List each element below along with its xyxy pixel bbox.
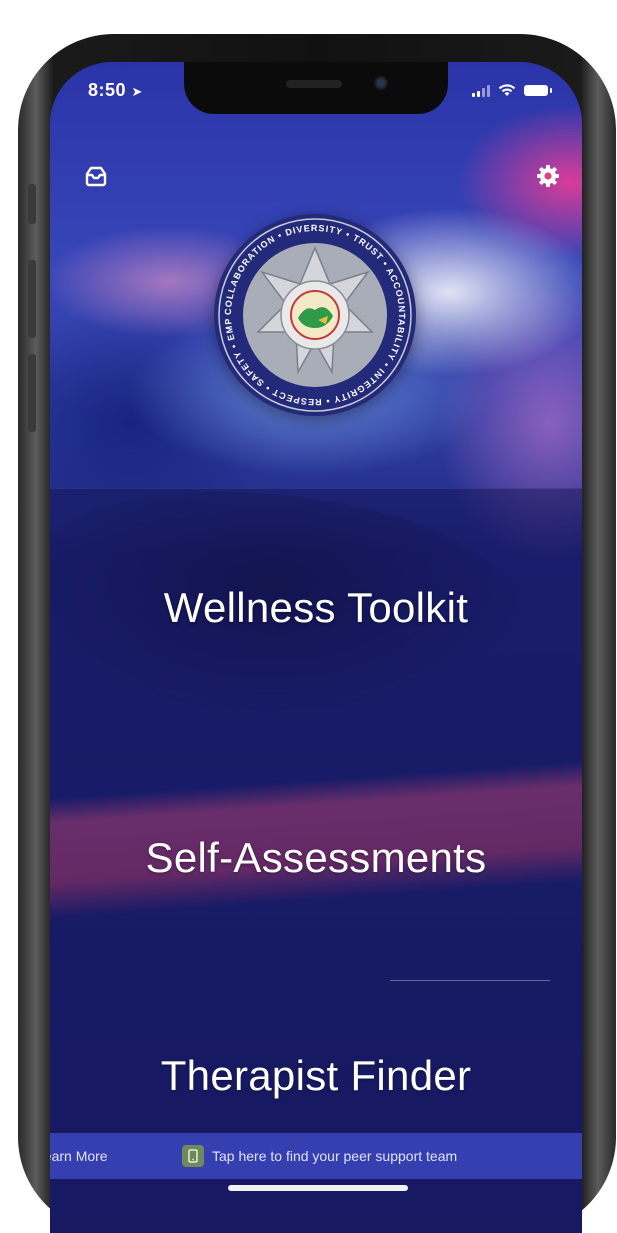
menu-item-label: Wellness Toolkit <box>163 584 469 631</box>
mute-switch <box>28 184 36 224</box>
inbox-icon <box>85 166 107 187</box>
bottom-bar: Learn More Tap here to find your peer su… <box>50 1133 582 1179</box>
status-time-text: 8:50 <box>88 80 127 100</box>
app-screen: 8:50 ➤ COLLABORATION • DIVERSITY • TRUST… <box>50 62 582 1233</box>
inbox-button[interactable] <box>82 162 110 190</box>
badge-emblem: COLLABORATION • DIVERSITY • TRUST • ACCO… <box>210 206 415 415</box>
cellular-signal-icon <box>472 84 490 97</box>
battery-icon <box>524 85 552 96</box>
volume-down-button <box>28 354 36 432</box>
section-divider <box>390 980 550 981</box>
front-camera <box>374 76 388 90</box>
gear-icon <box>537 165 559 187</box>
peer-support-label: Tap here to find your peer support team <box>212 1148 458 1164</box>
home-indicator[interactable] <box>228 1185 408 1191</box>
notch <box>184 62 448 114</box>
menu-item-label: Therapist Finder <box>160 1052 472 1099</box>
menu-item-label: Self-Assessments <box>145 834 487 881</box>
menu-item-wellness-toolkit[interactable]: Wellness Toolkit <box>50 584 582 632</box>
speaker-grille <box>286 80 342 88</box>
section-divider <box>50 488 582 489</box>
learn-more-link[interactable]: Learn More <box>50 1148 182 1164</box>
settings-button[interactable] <box>534 162 562 190</box>
location-arrow-icon: ➤ <box>131 84 143 99</box>
phone-small-icon <box>188 1149 198 1163</box>
menu-item-self-assessments[interactable]: Self-Assessments <box>50 834 582 882</box>
peer-support-link[interactable]: Tap here to find your peer support team <box>182 1145 457 1167</box>
menu-item-therapist-finder[interactable]: Therapist Finder <box>50 1052 582 1100</box>
peer-support-icon <box>182 1145 204 1167</box>
department-badge-logo: COLLABORATION • DIVERSITY • TRUST • ACCO… <box>210 206 416 416</box>
wifi-icon <box>498 84 516 96</box>
status-time: 8:50 ➤ <box>88 80 143 101</box>
volume-up-button <box>28 260 36 338</box>
status-icons <box>472 84 552 97</box>
